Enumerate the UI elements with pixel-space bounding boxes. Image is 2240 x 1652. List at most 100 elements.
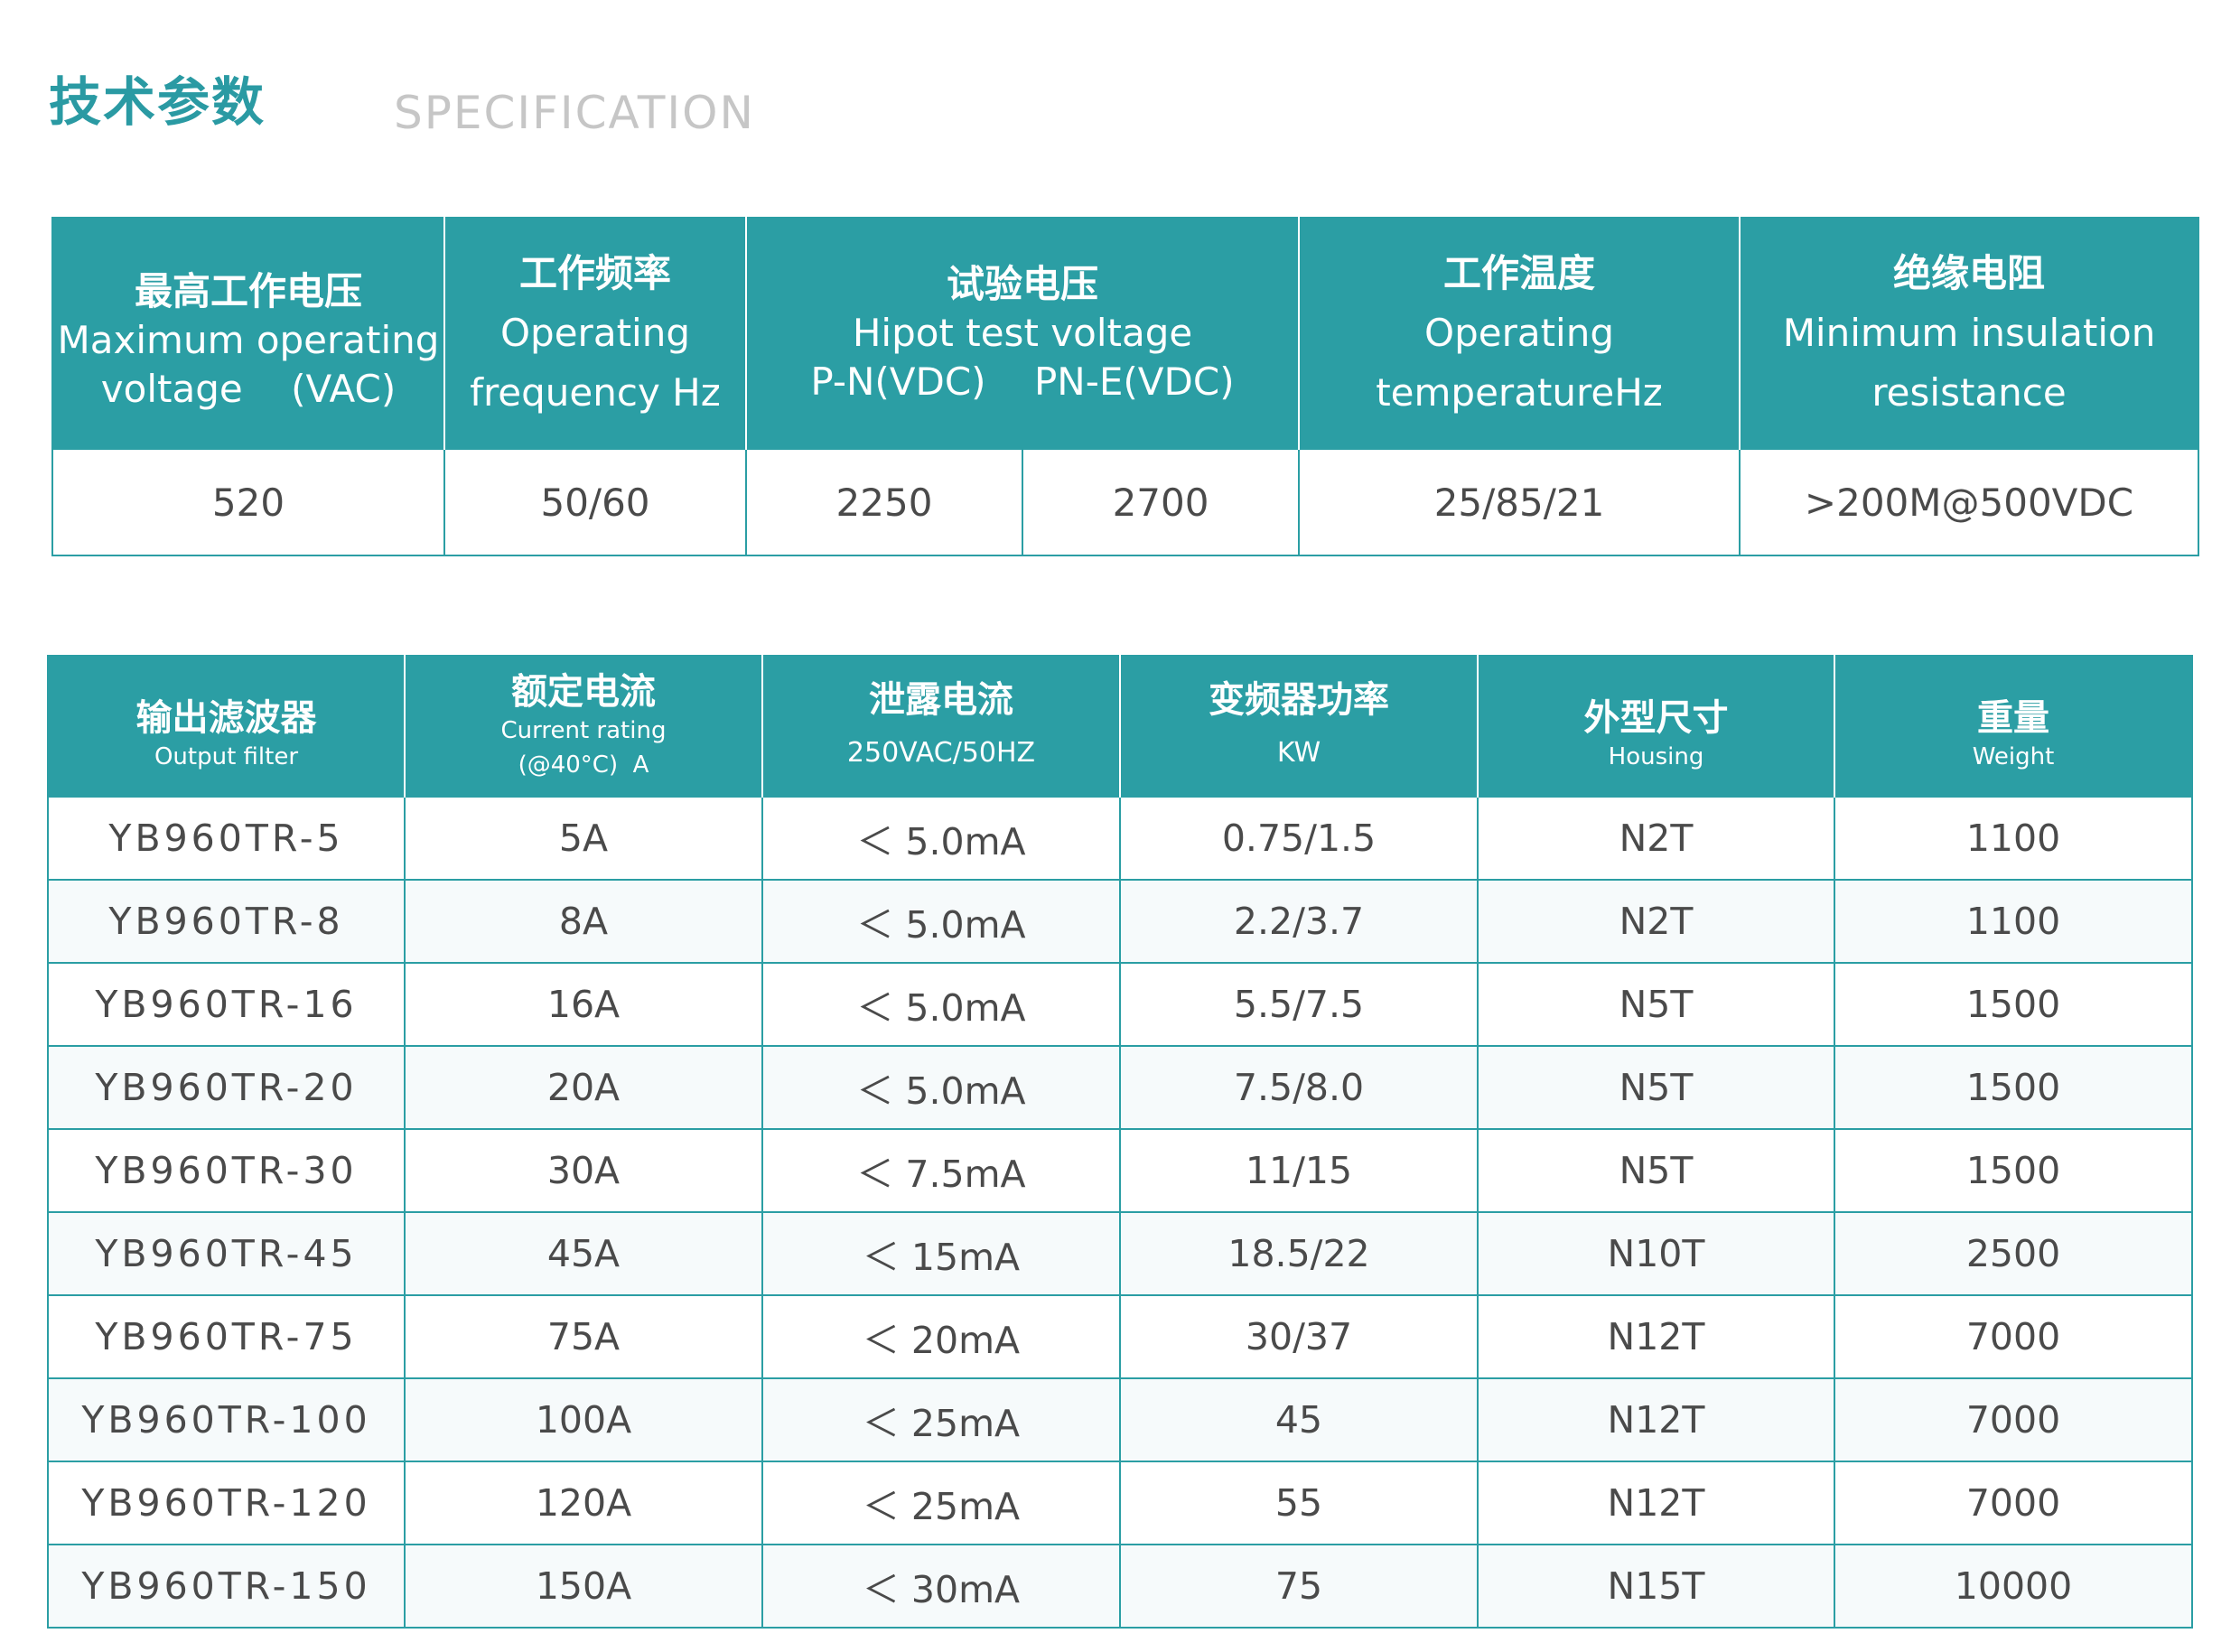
spec-value-max-voltage: 520 bbox=[52, 448, 445, 555]
cell-leakage-current: ＜ 25mA bbox=[762, 1461, 1121, 1545]
cell-model-name: YB960TR-120 bbox=[48, 1461, 406, 1545]
spec-value-row: 520 50/60 2250 2700 25/85/21 >200M@500VD… bbox=[52, 448, 2199, 555]
model-table: 输出滤波器 Output filter 额定电流 Current rating … bbox=[47, 655, 2193, 1629]
cell-weight: 1100 bbox=[1834, 879, 2192, 963]
cell-current-rating: 20A bbox=[405, 1045, 763, 1129]
cell-weight: 1500 bbox=[1834, 1045, 2192, 1129]
spec-table: 最高工作电压 Maximum operating voltage (VAC) 工… bbox=[51, 217, 2200, 556]
spec-value-insulation: >200M@500VDC bbox=[1740, 448, 2199, 555]
model-header-cn: 额定电流 bbox=[511, 671, 656, 714]
cell-inverter-power: 18.5/22 bbox=[1120, 1211, 1479, 1295]
cell-current-rating: 8A bbox=[405, 879, 763, 963]
cell-leakage-current: ＜ 25mA bbox=[762, 1377, 1121, 1461]
cell-model-name: YB960TR-75 bbox=[48, 1294, 406, 1378]
spec-header-en: Hipot test voltage bbox=[852, 311, 1193, 356]
model-header-housing: 外型尺寸 Housing bbox=[1478, 656, 1835, 797]
table-row: YB960TR-120 120A ＜ 25mA 55 N12T 7000 bbox=[48, 1461, 2192, 1545]
model-header-cn: 变频器功率 bbox=[1209, 679, 1389, 721]
model-header-en: 250VAC/50HZ bbox=[846, 737, 1036, 769]
cell-inverter-power: 55 bbox=[1120, 1461, 1479, 1545]
model-header-output-filter: 输出滤波器 Output filter bbox=[48, 656, 406, 797]
cell-weight: 1500 bbox=[1834, 1128, 2192, 1212]
model-table-body: YB960TR-5 5A ＜ 5.0mA 0.75/1.5 N2T 1100 YB960TR… bbox=[48, 796, 2192, 1628]
cell-inverter-power: 45 bbox=[1120, 1377, 1479, 1461]
cell-model-name: YB960TR-30 bbox=[48, 1128, 406, 1212]
cell-inverter-power: 2.2/3.7 bbox=[1120, 879, 1479, 963]
model-header-en: Housing bbox=[1608, 743, 1704, 771]
cell-leakage-current: ＜ 30mA bbox=[762, 1544, 1121, 1628]
cell-leakage-current: ＜ 7.5mA bbox=[762, 1128, 1121, 1212]
table-row: YB960TR-20 20A ＜ 5.0mA 7.5/8.0 N5T 1500 bbox=[48, 1045, 2192, 1129]
spec-header-insulation: 绝缘电阻 Minimum insulation resistance bbox=[1740, 218, 2199, 449]
cell-current-rating: 150A bbox=[405, 1544, 763, 1628]
spec-header-row: 最高工作电压 Maximum operating voltage (VAC) 工… bbox=[52, 218, 2199, 449]
cell-model-name: YB960TR-8 bbox=[48, 879, 406, 963]
model-header-current-rating: 额定电流 Current rating (@40°C) A bbox=[405, 656, 763, 797]
cell-housing: N15T bbox=[1478, 1544, 1835, 1628]
spec-value-frequency: 50/60 bbox=[444, 448, 747, 555]
spec-header-cn: 工作温度 bbox=[1443, 251, 1596, 296]
spec-header-hipot: 试验电压 Hipot test voltage P-N(VDC) PN-E(VD… bbox=[746, 218, 1301, 449]
cell-housing: N10T bbox=[1478, 1211, 1835, 1295]
cell-weight: 7000 bbox=[1834, 1377, 2192, 1461]
cell-weight: 1100 bbox=[1834, 796, 2192, 880]
cell-inverter-power: 75 bbox=[1120, 1544, 1479, 1628]
cell-housing: N2T bbox=[1478, 879, 1835, 963]
cell-current-rating: 30A bbox=[405, 1128, 763, 1212]
cell-model-name: YB960TR-45 bbox=[48, 1211, 406, 1295]
model-header-en: Weight bbox=[1972, 743, 2055, 771]
cell-weight: 10000 bbox=[1834, 1544, 2192, 1628]
cell-weight: 2500 bbox=[1834, 1211, 2192, 1295]
cell-current-rating: 120A bbox=[405, 1461, 763, 1545]
spec-header-max-voltage: 最高工作电压 Maximum operating voltage (VAC) bbox=[52, 218, 445, 449]
cell-inverter-power: 11/15 bbox=[1120, 1128, 1479, 1212]
model-header-leakage-current: 泄露电流 250VAC/50HZ bbox=[762, 656, 1121, 797]
spec-header-cn: 试验电压 bbox=[947, 262, 1099, 307]
spec-header-en: frequency Hz bbox=[470, 369, 721, 415]
cell-inverter-power: 30/37 bbox=[1120, 1294, 1479, 1378]
cell-leakage-current: ＜ 5.0mA bbox=[762, 796, 1121, 880]
table-row: YB960TR-150 150A ＜ 30mA 75 N15T 10000 bbox=[48, 1544, 2192, 1628]
cell-leakage-current: ＜ 5.0mA bbox=[762, 962, 1121, 1046]
cell-leakage-current: ＜ 5.0mA bbox=[762, 879, 1121, 963]
cell-housing: N5T bbox=[1478, 962, 1835, 1046]
cell-model-name: YB960TR-5 bbox=[48, 796, 406, 880]
model-header-cn: 重量 bbox=[1977, 697, 2049, 740]
cell-weight: 1500 bbox=[1834, 962, 2192, 1046]
table-row: YB960TR-16 16A ＜ 5.0mA 5.5/7.5 N5T 1500 bbox=[48, 962, 2192, 1046]
cell-inverter-power: 0.75/1.5 bbox=[1120, 796, 1479, 880]
spec-value-hipot-pn: 2250 bbox=[746, 448, 1023, 555]
spec-header-en: voltage (VAC) bbox=[100, 366, 397, 411]
cell-model-name: YB960TR-150 bbox=[48, 1544, 406, 1628]
cell-inverter-power: 5.5/7.5 bbox=[1120, 962, 1479, 1046]
model-header-en: KW bbox=[1276, 737, 1321, 769]
model-header-en: Output filter bbox=[154, 743, 299, 771]
cell-current-rating: 45A bbox=[405, 1211, 763, 1295]
spec-header-frequency: 工作频率 Operating frequency Hz bbox=[444, 218, 747, 449]
model-header-weight: 重量 Weight bbox=[1834, 656, 2192, 797]
table-row: YB960TR-45 45A ＜ 15mA 18.5/22 N10T 2500 bbox=[48, 1211, 2192, 1295]
cell-current-rating: 100A bbox=[405, 1377, 763, 1461]
spec-header-cn: 绝缘电阻 bbox=[1893, 251, 2046, 296]
cell-leakage-current: ＜ 5.0mA bbox=[762, 1045, 1121, 1129]
cell-weight: 7000 bbox=[1834, 1461, 2192, 1545]
model-header-inverter-power: 变频器功率 KW bbox=[1120, 656, 1479, 797]
model-header-row: 输出滤波器 Output filter 额定电流 Current rating … bbox=[48, 656, 2192, 797]
cell-current-rating: 16A bbox=[405, 962, 763, 1046]
cell-housing: N2T bbox=[1478, 796, 1835, 880]
model-header-cn: 外型尺寸 bbox=[1583, 697, 1729, 740]
spec-header-en: resistance bbox=[1871, 369, 2067, 415]
cell-model-name: YB960TR-100 bbox=[48, 1377, 406, 1461]
spec-header-en: Operating bbox=[500, 311, 690, 356]
cell-leakage-current: ＜ 20mA bbox=[762, 1294, 1121, 1378]
cell-weight: 7000 bbox=[1834, 1294, 2192, 1378]
page-title-cn: 技术参数 bbox=[49, 71, 266, 133]
page-title-en: SPECIFICATION bbox=[394, 87, 755, 139]
cell-current-rating: 75A bbox=[405, 1294, 763, 1378]
spec-value-temperature: 25/85/21 bbox=[1299, 448, 1741, 555]
model-header-en-sub: (@40°C) A bbox=[518, 751, 649, 779]
spec-header-en: Operating bbox=[1424, 311, 1614, 356]
cell-housing: N5T bbox=[1478, 1045, 1835, 1129]
spec-header-en: Minimum insulation bbox=[1782, 311, 2156, 356]
spec-header-en: temperatureHz bbox=[1376, 369, 1663, 415]
